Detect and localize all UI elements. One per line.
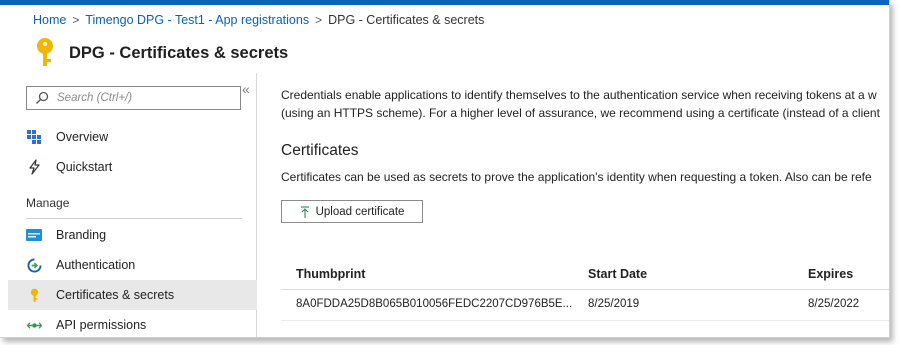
certificates-heading: Certificates <box>281 142 359 159</box>
credentials-description: Credentials enable applications to ident… <box>281 86 880 122</box>
sidebar-item-api-permissions[interactable]: API permissions <box>8 310 257 337</box>
key-icon <box>37 38 53 66</box>
sidebar-item-label: API permissions <box>56 318 147 332</box>
certificates-description: Certificates can be used as secrets to p… <box>281 170 872 184</box>
sidebar-item-certificates-secrets[interactable]: Certificates & secrets <box>8 280 257 310</box>
breadcrumb: Home > Timengo DPG - Test1 - App registrat… <box>33 13 484 27</box>
search-placeholder: Search (Ctrl+/) <box>57 92 133 104</box>
breadcrumb-separator: > <box>72 13 80 27</box>
sidebar-item-branding[interactable]: Branding <box>8 220 257 250</box>
cell-start-date: 8/25/2019 <box>588 298 640 310</box>
search-input[interactable]: Search (Ctrl+/) <box>26 86 241 110</box>
column-header-thumbprint: Thumbprint <box>296 267 366 281</box>
description-line: (using an HTTPS scheme). For a higher le… <box>281 106 880 120</box>
column-header-start-date: Start Date <box>588 267 648 281</box>
breadcrumb-home-link[interactable]: Home <box>33 13 66 27</box>
breadcrumb-current: DPG - Certificates & secrets <box>328 13 485 27</box>
upload-certificate-label: Upload certificate <box>315 205 405 218</box>
key-icon <box>26 287 42 303</box>
sidebar-item-overview[interactable]: Overview <box>8 122 257 152</box>
sidebar-section-manage: Manage <box>26 196 70 210</box>
top-accent-bar <box>0 0 889 5</box>
sidebar-item-label: Quickstart <box>56 160 113 174</box>
branding-icon <box>26 227 42 243</box>
sidebar-item-label: Branding <box>56 228 107 242</box>
column-header-expires: Expires <box>808 267 854 281</box>
breadcrumb-separator: > <box>315 13 323 27</box>
sidebar-item-label: Certificates & secrets <box>56 288 175 302</box>
overview-grid-icon <box>26 129 42 145</box>
upload-certificate-button[interactable]: Upload certificate <box>281 200 423 223</box>
quickstart-icon <box>26 159 42 175</box>
sidebar-item-label: Authentication <box>56 258 136 272</box>
sidebar-item-label: Overview <box>56 130 109 144</box>
cell-thumbprint: 8A0FDDA25D8B065B010056FEDC2207CD976B5E..… <box>296 298 573 310</box>
section-divider <box>26 218 242 219</box>
description-line: Credentials enable applications to ident… <box>281 88 877 102</box>
authentication-icon <box>26 257 42 273</box>
sidebar-item-authentication[interactable]: Authentication <box>8 250 257 280</box>
breadcrumb-app-registrations-link[interactable]: Timengo DPG - Test1 - App registrations <box>85 13 309 27</box>
sidebar: Search (Ctrl+/) « Overview Quickstart Ma… <box>8 73 257 337</box>
table-row-divider <box>281 320 889 321</box>
portal-window: Home > Timengo DPG - Test1 - App registrat… <box>0 0 890 338</box>
api-permissions-icon <box>26 317 42 333</box>
sidebar-item-quickstart[interactable]: Quickstart <box>8 152 257 182</box>
upload-arrow-icon <box>300 205 309 218</box>
cell-expires: 8/25/2022 <box>808 298 860 310</box>
collapse-sidebar-button[interactable]: « <box>242 81 250 97</box>
page-title: DPG - Certificates & secrets <box>69 43 289 62</box>
search-icon <box>36 91 49 104</box>
page-header: DPG - Certificates & secrets <box>33 37 288 69</box>
table-header-divider <box>281 289 889 290</box>
